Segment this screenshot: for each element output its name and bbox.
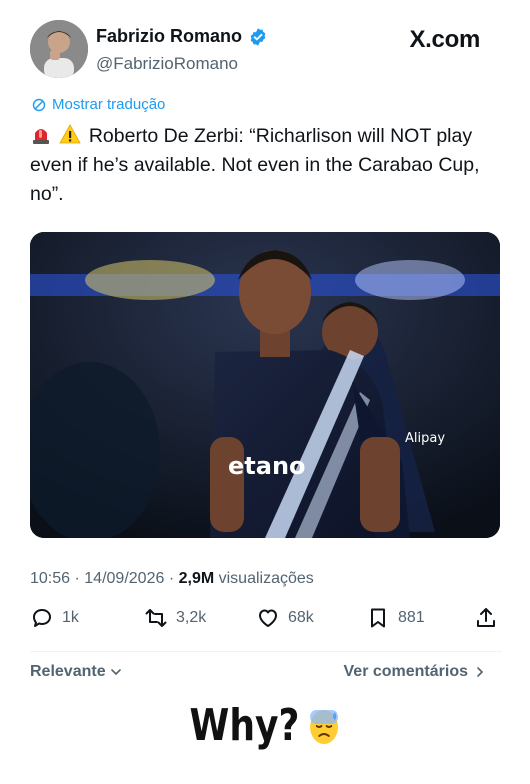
author-name-row[interactable]: Fabrizio Romano [96,26,268,47]
sponsor-text: Alipay [405,431,445,446]
post-text-body: Roberto De Zerbi: “Richarlison will NOT … [30,125,480,205]
post-date[interactable]: 14/09/2026 [84,570,164,587]
post-meta: 10:56 · 14/09/2026 · 2,9M visualizações [30,570,314,588]
divider [30,651,502,652]
sort-dropdown[interactable]: Relevante [30,663,122,681]
heart-icon [259,609,277,627]
views-label: visualizações [218,570,314,587]
post-text: Roberto De Zerbi: “Richarlison will NOT … [30,122,500,209]
post-card: Fabrizio Romano @FabrizioRomano X.com Mo… [14,8,516,698]
translate-icon [32,98,46,111]
bookmark-button[interactable]: 881 [366,606,425,630]
avatar[interactable] [30,20,88,78]
sort-label[interactable]: Relevante [30,663,106,681]
story-caption: Why? [48,700,483,751]
reply-button[interactable]: 1k [30,606,79,630]
reply-icon [33,609,51,627]
bookmark-count: 881 [398,609,425,626]
author-name[interactable]: Fabrizio Romano [96,26,242,47]
brand-logo: X.com [409,26,480,53]
chevron-right-icon [477,667,484,677]
jersey-text: etano [228,452,306,480]
like-button[interactable]: 68k [256,606,314,630]
translate-label[interactable]: Mostrar tradução [52,96,165,113]
sweat-emoji-icon [310,709,339,744]
bookmark-icon [371,608,385,628]
like-count: 68k [288,609,314,626]
warning-emoji-icon [59,124,82,144]
post-media-photo[interactable]: Alipay etano [30,232,500,538]
action-bar: 1k 3,2k 68k 881 [26,606,506,636]
chevron-down-icon [110,669,121,676]
view-comments-link[interactable]: Ver comentários [344,663,487,681]
caption-text: Why? [189,700,300,751]
siren-emoji-icon [33,129,49,144]
reply-count: 1k [62,609,79,626]
meta-separator-2: · [168,570,175,587]
post-time[interactable]: 10:56 [30,570,70,587]
verified-badge-icon [250,27,266,46]
meta-separator: · [74,570,80,587]
share-button[interactable] [474,606,498,630]
repost-icon [145,609,167,627]
share-icon [477,608,495,627]
translate-link[interactable]: Mostrar tradução [32,96,165,113]
repost-count: 3,2k [176,609,207,626]
view-comments-label[interactable]: Ver comentários [344,663,469,681]
views-count: 2,9M [178,570,215,587]
author-handle[interactable]: @FabrizioRomano [96,54,238,74]
repost-button[interactable]: 3,2k [144,606,206,630]
